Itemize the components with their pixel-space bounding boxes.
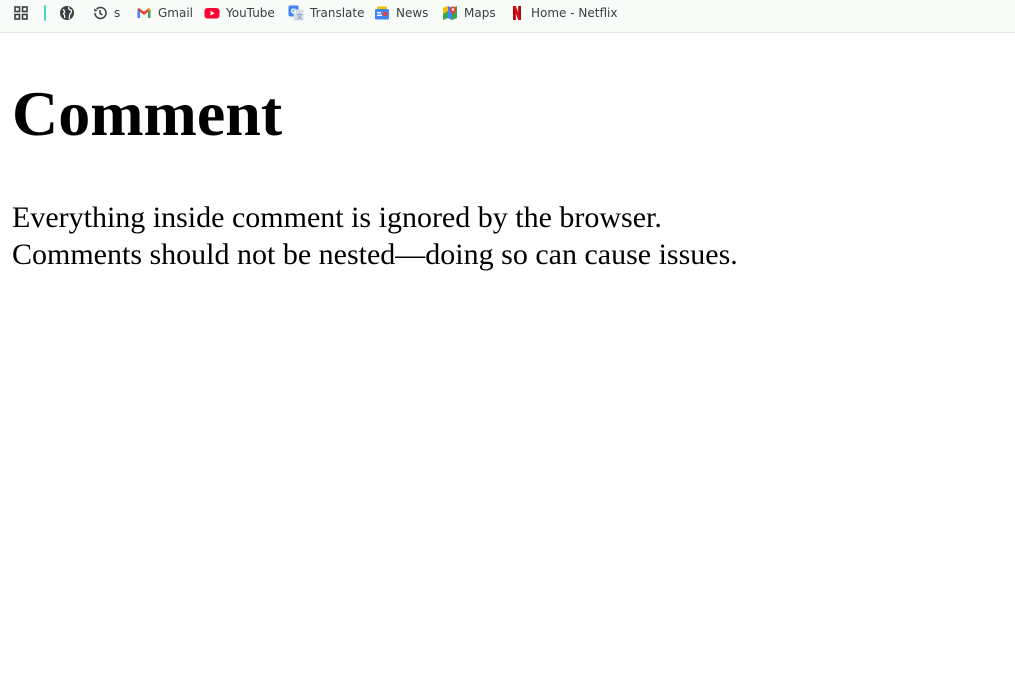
bookmark-netflix-label: Home - Netflix <box>531 6 618 20</box>
bookmark-youtube-label: YouTube <box>226 6 275 20</box>
bookmarks-separator <box>44 5 46 21</box>
bookmark-gmail-label: Gmail <box>158 6 194 20</box>
bookmark-gmail[interactable]: Gmail <box>136 0 193 26</box>
google-maps-icon <box>442 5 458 21</box>
netflix-icon <box>509 5 525 21</box>
globe-icon <box>59 5 75 21</box>
body-line-1: Everything inside comment is ignored by … <box>12 201 662 234</box>
apps-button[interactable] <box>13 0 35 26</box>
bookmark-history[interactable]: s <box>92 0 120 26</box>
google-news-icon <box>374 5 390 21</box>
youtube-icon <box>204 5 220 21</box>
bookmark-translate[interactable]: G文 Translate <box>288 0 365 26</box>
globe-bookmark[interactable] <box>59 0 81 26</box>
body-line-2: Comments should not be nested—doing so c… <box>12 238 738 271</box>
history-icon <box>92 5 108 21</box>
bookmarks-bar: s Gmail YouTube G文 Translate News Maps H… <box>0 0 1015 33</box>
bookmark-news-label: News <box>396 6 429 20</box>
bookmark-youtube[interactable]: YouTube <box>204 0 275 26</box>
svg-text:文: 文 <box>296 11 303 20</box>
page-heading: Comment <box>12 78 283 149</box>
bookmark-netflix[interactable]: Home - Netflix <box>509 0 617 26</box>
bookmark-news[interactable]: News <box>374 0 428 26</box>
bookmark-history-label: s <box>114 6 121 20</box>
page-body: Everything inside comment is ignored by … <box>12 199 1002 273</box>
bookmark-maps[interactable]: Maps <box>442 0 496 26</box>
gmail-icon <box>136 5 152 21</box>
bookmark-maps-label: Maps <box>464 6 496 20</box>
page-content: Comment Everything inside comment is ign… <box>12 33 1002 273</box>
bookmark-translate-label: Translate <box>310 6 365 20</box>
google-translate-icon: G文 <box>288 5 304 21</box>
apps-grid-icon <box>13 5 29 21</box>
